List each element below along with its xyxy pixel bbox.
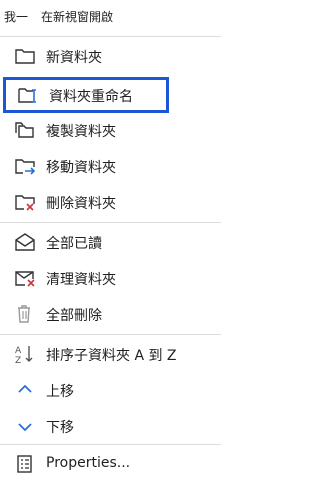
move-folder-icon xyxy=(14,156,36,176)
properties-label: Properties... xyxy=(46,455,131,471)
svg-text:A: A xyxy=(15,346,22,356)
delete-all-icon xyxy=(14,304,36,324)
move-folder-label: 移動資料夾 xyxy=(46,160,116,176)
chevron-up-icon xyxy=(14,380,36,400)
move-down-item[interactable]: 下移 xyxy=(0,408,221,444)
delete-folder-label: 刪除資料夾 xyxy=(46,196,116,212)
divider xyxy=(0,444,221,445)
move-up-item[interactable]: 上移 xyxy=(0,372,221,408)
clean-folder-item[interactable]: 清理資料夾 xyxy=(0,260,221,296)
move-up-label: 上移 xyxy=(46,384,74,400)
copy-folder-icon xyxy=(14,120,36,140)
rename-folder-icon xyxy=(17,85,39,105)
new-folder-icon xyxy=(14,46,36,66)
top-bar-left-text: 我一 xyxy=(4,10,29,24)
properties-item[interactable]: Properties... xyxy=(0,446,221,482)
delete-folder-icon xyxy=(14,192,36,212)
divider xyxy=(0,334,221,335)
move-folder-item[interactable]: 移動資料夾 xyxy=(0,148,221,184)
rename-folder-item[interactable]: 資料夾重命名 xyxy=(3,77,169,113)
top-bar: 我一 在新視窗開啟 xyxy=(0,0,221,34)
folder-context-menu: 我一 在新視窗開啟 新資料夾 資料夾重命名 複製資料夾 移動資料夾 刪除資料夾 … xyxy=(0,0,221,483)
sort-az-item[interactable]: A Z 排序子資料夾 A 到 Z xyxy=(0,336,221,372)
new-folder-item[interactable]: 新資料夾 xyxy=(0,38,221,74)
mark-all-read-icon xyxy=(14,232,36,252)
chevron-down-icon xyxy=(14,416,36,436)
divider xyxy=(0,36,221,37)
delete-all-item[interactable]: 全部刪除 xyxy=(0,296,221,332)
mark-all-read-label: 全部已讀 xyxy=(46,236,102,252)
clean-folder-icon xyxy=(14,268,36,288)
open-in-new-window-item[interactable]: 在新視窗開啟 xyxy=(41,8,113,25)
svg-text:Z: Z xyxy=(15,356,21,364)
mark-all-read-item[interactable]: 全部已讀 xyxy=(0,224,221,260)
clean-folder-label: 清理資料夾 xyxy=(46,272,116,288)
delete-folder-item[interactable]: 刪除資料夾 xyxy=(0,184,221,220)
new-folder-label: 新資料夾 xyxy=(46,50,102,66)
copy-folder-item[interactable]: 複製資料夾 xyxy=(0,112,221,148)
rename-folder-label: 資料夾重命名 xyxy=(49,89,133,105)
move-down-label: 下移 xyxy=(46,420,74,436)
divider xyxy=(0,222,221,223)
sort-az-label: 排序子資料夾 A 到 Z xyxy=(46,348,177,364)
sort-az-icon: A Z xyxy=(14,344,36,364)
delete-all-label: 全部刪除 xyxy=(46,308,102,324)
properties-icon xyxy=(14,454,36,474)
copy-folder-label: 複製資料夾 xyxy=(46,124,116,140)
